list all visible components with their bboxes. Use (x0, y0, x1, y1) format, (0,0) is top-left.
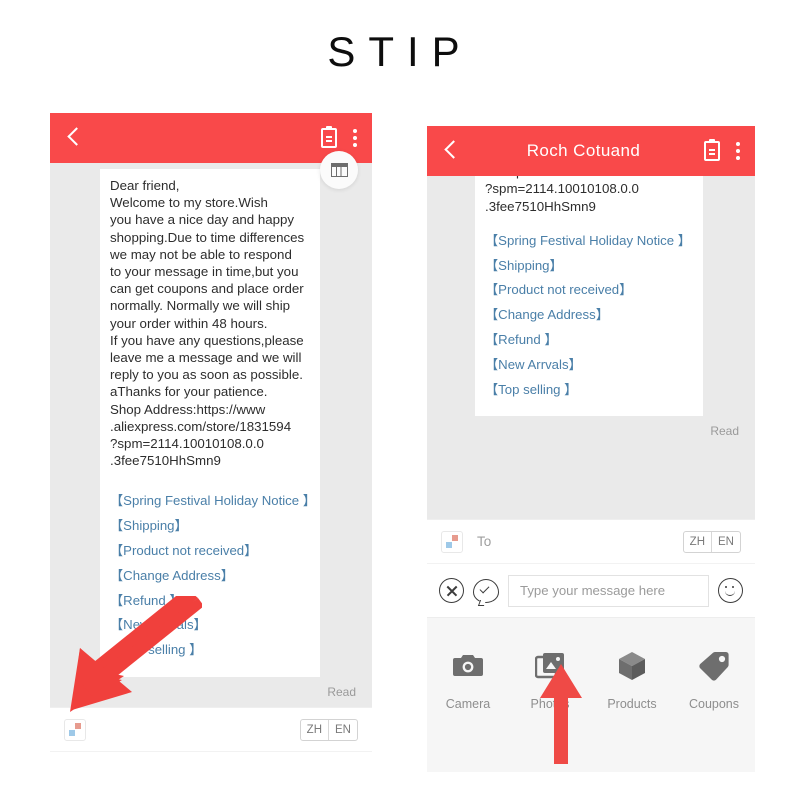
storefront-badge[interactable] (320, 151, 358, 189)
header-title-right: Roch Cotuand (526, 141, 641, 160)
list-item[interactable]: 【Refund 】 (485, 328, 693, 353)
back-icon[interactable] (64, 125, 86, 151)
quick-link-list-right: 【Spring Festival Holiday Notice 】 【Shipp… (485, 229, 693, 403)
header-actions-left (321, 126, 358, 150)
message-input[interactable] (508, 574, 709, 607)
back-icon[interactable] (441, 138, 463, 164)
language-toggle[interactable]: ZH EN (299, 718, 358, 741)
language-toggle[interactable]: ZH EN (682, 530, 741, 553)
chat-area-right: Shop Address:https://www .aliexpress.com… (427, 176, 755, 519)
list-item[interactable]: 【Change Address】 (485, 303, 693, 328)
arrow-up-right (540, 664, 582, 764)
message-text-left: Dear friend, Welcome to my store.Wish yo… (110, 178, 305, 469)
tray-item-products[interactable]: Products (595, 648, 669, 711)
list-item[interactable]: 【Product not received】 (485, 278, 693, 303)
translate-icon[interactable] (64, 718, 86, 741)
composer-right (427, 563, 755, 617)
translate-icon[interactable] (441, 530, 463, 553)
quick-reply-icon[interactable] (473, 578, 499, 603)
lang-to: EN (718, 535, 734, 548)
list-item[interactable]: 【Top selling 】 (485, 378, 693, 403)
composer-left (50, 751, 372, 761)
attachment-tray: Camera Photos Products Coupons (427, 617, 755, 772)
clipboard-icon[interactable] (321, 126, 337, 148)
page-title: STIP (327, 28, 473, 75)
tray-label: Coupons (688, 697, 740, 711)
to-label-right: To (477, 534, 492, 549)
tray-label: Camera (445, 697, 491, 711)
header-actions-right (704, 139, 741, 163)
kebab-menu-icon[interactable] (353, 126, 358, 150)
app-header-right: Roch Cotuand (427, 126, 755, 176)
phone-panel-right: Roch Cotuand Shop Address:https://www .a… (427, 126, 755, 772)
tray-label: Products (607, 697, 657, 711)
close-icon[interactable] (439, 578, 464, 603)
list-item[interactable]: 【Spring Festival Holiday Notice 】 (485, 229, 693, 254)
coupons-icon (677, 648, 751, 684)
list-item[interactable]: 【Shipping】 (110, 514, 310, 539)
products-icon (595, 648, 669, 684)
message-text-right: Shop Address:https://www .aliexpress.com… (485, 176, 666, 214)
storefront-icon (330, 163, 348, 177)
lang-from: ZH (689, 535, 706, 548)
list-item[interactable]: 【Shipping】 (485, 254, 693, 279)
list-item[interactable]: 【Change Address】 (110, 564, 310, 589)
app-header-left (50, 113, 372, 163)
tray-item-coupons[interactable]: Coupons (677, 648, 751, 711)
list-item[interactable]: 【Spring Festival Holiday Notice 】 (110, 489, 316, 514)
lang-to: EN (335, 723, 351, 736)
tray-item-camera[interactable]: Camera (431, 648, 505, 711)
smiley-icon[interactable] (718, 578, 743, 603)
clipboard-icon[interactable] (704, 139, 720, 161)
status-badge: Read (427, 416, 755, 445)
message-bubble-right: Shop Address:https://www .aliexpress.com… (475, 176, 703, 417)
kebab-menu-icon[interactable] (736, 139, 741, 163)
arrow-down-left (70, 596, 202, 712)
lang-from: ZH (306, 723, 323, 736)
screenshot-root: STIP Dear friend, Welcome to my store.Wi… (0, 0, 800, 800)
list-item[interactable]: 【Product not received】 (110, 539, 310, 564)
list-item[interactable]: 【New Arrvals】 (485, 353, 693, 378)
translate-row-right: To ZH EN (427, 519, 755, 563)
camera-icon (431, 648, 505, 684)
